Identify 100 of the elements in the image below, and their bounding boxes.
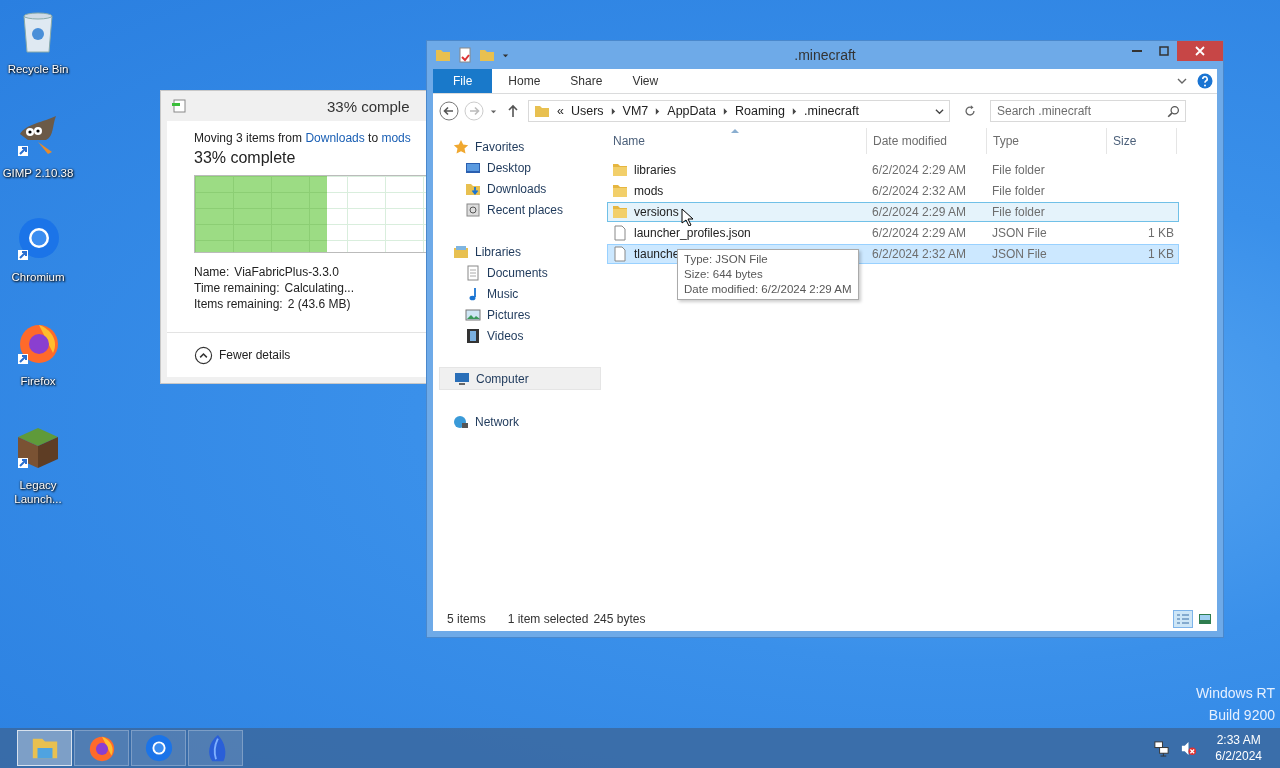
ribbon-tab[interactable]: Home [494, 69, 555, 93]
shortcut-label: Firefox [19, 374, 57, 388]
detail-value: 2 (43.6 MB) [287, 297, 351, 311]
back-button[interactable] [439, 101, 459, 121]
nav-item[interactable]: Recent places [433, 199, 601, 220]
date-cell-text: 6/2/2024 2:32 AM [871, 247, 968, 261]
search-icon [1167, 105, 1180, 118]
type-cell-text: File folder [991, 163, 1046, 177]
refresh-icon[interactable] [963, 104, 977, 118]
target-link[interactable]: mods [381, 131, 411, 145]
desktop-shortcut[interactable]: Recycle Bin [0, 6, 76, 98]
desktop-shortcut[interactable]: GIMP 2.10.38 [0, 110, 76, 202]
breadcrumb-item[interactable]: « [557, 104, 564, 118]
expand-ribbon-icon[interactable] [1177, 76, 1187, 86]
copy-icon [171, 98, 187, 114]
size-cell-text: 1 KB [1147, 226, 1175, 240]
tooltip-line: Type: JSON File [684, 252, 769, 267]
ribbon-tab[interactable]: View [618, 69, 673, 93]
network-icon [453, 413, 469, 430]
nav-item[interactable]: Music [433, 283, 601, 304]
computer-icon [454, 370, 470, 387]
column-header[interactable]: Date modified [867, 128, 987, 154]
detail-value: ViaFabricPlus-3.3.0 [234, 265, 339, 279]
maximize-icon [1158, 46, 1169, 56]
nav-item[interactable]: Computer [439, 367, 601, 390]
chevron-down-icon[interactable] [935, 106, 944, 116]
file-name: versions [634, 205, 679, 219]
shortcut-label: Legacy Launch... [13, 478, 63, 506]
os-version-text: Build 9200 [1208, 706, 1275, 725]
file-icon [612, 246, 628, 262]
tooltip-line: Date modified: 6/2/2024 2:29 AM [684, 282, 852, 297]
nav-item[interactable]: Network [433, 411, 601, 432]
address-bar[interactable]: « Users VM7 AppData Roaming .minecraft [528, 100, 950, 122]
muted-speaker-icon[interactable] [1180, 739, 1198, 757]
source-link[interactable]: Downloads [305, 131, 365, 145]
file-icon [612, 225, 628, 241]
search-field[interactable]: Search .minecraft [990, 100, 1186, 122]
ribbon-tab[interactable]: Share [556, 69, 617, 93]
column-header[interactable]: Type [987, 128, 1107, 154]
column-header[interactable]: Size [1107, 128, 1177, 154]
date-text: 6/2/2024 [1215, 748, 1262, 764]
shortcut-label: Chromium [10, 270, 66, 284]
folder-icon [612, 204, 628, 220]
type-cell-text: JSON File [991, 247, 1048, 261]
sort-arrow-icon [731, 128, 739, 133]
mouse-cursor-icon [681, 208, 693, 226]
file-row[interactable]: launcher_profiles.json 6/2/2024 2:29 AM JSON File 1 KB [607, 223, 1179, 243]
nav-item[interactable]: Documents [433, 262, 601, 283]
breadcrumb-item[interactable]: .minecraft [804, 104, 859, 118]
file-row[interactable]: mods 6/2/2024 2:32 AM File folder [607, 181, 1179, 201]
breadcrumb-item[interactable]: VM7 [622, 104, 649, 118]
taskbar-button[interactable] [74, 730, 129, 766]
network-icon[interactable] [1153, 739, 1171, 757]
chevron-up-icon [194, 345, 213, 365]
breadcrumb-item[interactable]: Users [570, 104, 604, 118]
up-arrow-icon[interactable] [507, 104, 519, 118]
os-version-text: Windows RT [1195, 684, 1275, 703]
file-row[interactable]: versions 6/2/2024 2:29 AM File folder [607, 202, 1179, 222]
nav-item[interactable]: Favorites [433, 136, 601, 157]
breadcrumb-item[interactable]: Roaming [734, 104, 785, 118]
detail-value: Calculating... [284, 281, 354, 295]
desktop-shortcut[interactable]: Chromium [0, 214, 76, 306]
properties-icon[interactable] [457, 47, 473, 63]
date-cell-text: 6/2/2024 2:29 AM [871, 226, 968, 240]
file-name: launcher_profiles.json [634, 226, 751, 240]
close-icon [1195, 46, 1205, 56]
nav-item[interactable]: Videos [433, 325, 601, 346]
detail-label: Time remaining: [194, 281, 280, 295]
nav-item[interactable]: Downloads [433, 178, 601, 199]
breadcrumb-item[interactable]: AppData [667, 104, 716, 118]
type-cell-text: JSON File [991, 226, 1048, 240]
chevron-right-icon[interactable] [792, 107, 797, 115]
progress-heading: 33% complete [194, 149, 297, 167]
type-cell-text: File folder [991, 184, 1046, 198]
nav-item[interactable]: Desktop [433, 157, 601, 178]
nav-item[interactable]: Pictures [433, 304, 601, 325]
chevron-right-icon[interactable] [610, 107, 616, 115]
item-count: 5 items [447, 612, 486, 626]
nav-item[interactable]: Libraries [433, 241, 601, 262]
clock[interactable]: 2:33 AM 6/2/2024 [1207, 732, 1280, 764]
type-cell-text: File folder [991, 205, 1046, 219]
ribbon-tab[interactable]: File [433, 69, 493, 93]
time-text: 2:33 AM [1216, 732, 1261, 748]
chevron-right-icon[interactable] [722, 107, 728, 115]
library-icon [453, 243, 469, 260]
file-name: tlaunche [634, 247, 680, 261]
size-cell-text: 1 KB [1147, 247, 1175, 261]
detail-label: Name: [194, 265, 230, 279]
desktop-shortcut[interactable]: Firefox [0, 318, 76, 410]
detail-label: Items remaining: [194, 297, 283, 311]
chevron-right-icon[interactable] [655, 107, 661, 115]
fewer-details-button[interactable]: Fewer details [194, 345, 291, 365]
minimize-icon [1131, 50, 1142, 52]
close-button[interactable] [1177, 41, 1223, 61]
help-icon[interactable] [1197, 73, 1213, 89]
taskbar-button[interactable] [131, 730, 186, 766]
tooltip-line: Size: 644 bytes [684, 267, 764, 282]
file-row[interactable]: libraries 6/2/2024 2:29 AM File folder [607, 160, 1179, 180]
window-title: .minecraft [794, 47, 856, 63]
file-name: libraries [634, 163, 676, 177]
